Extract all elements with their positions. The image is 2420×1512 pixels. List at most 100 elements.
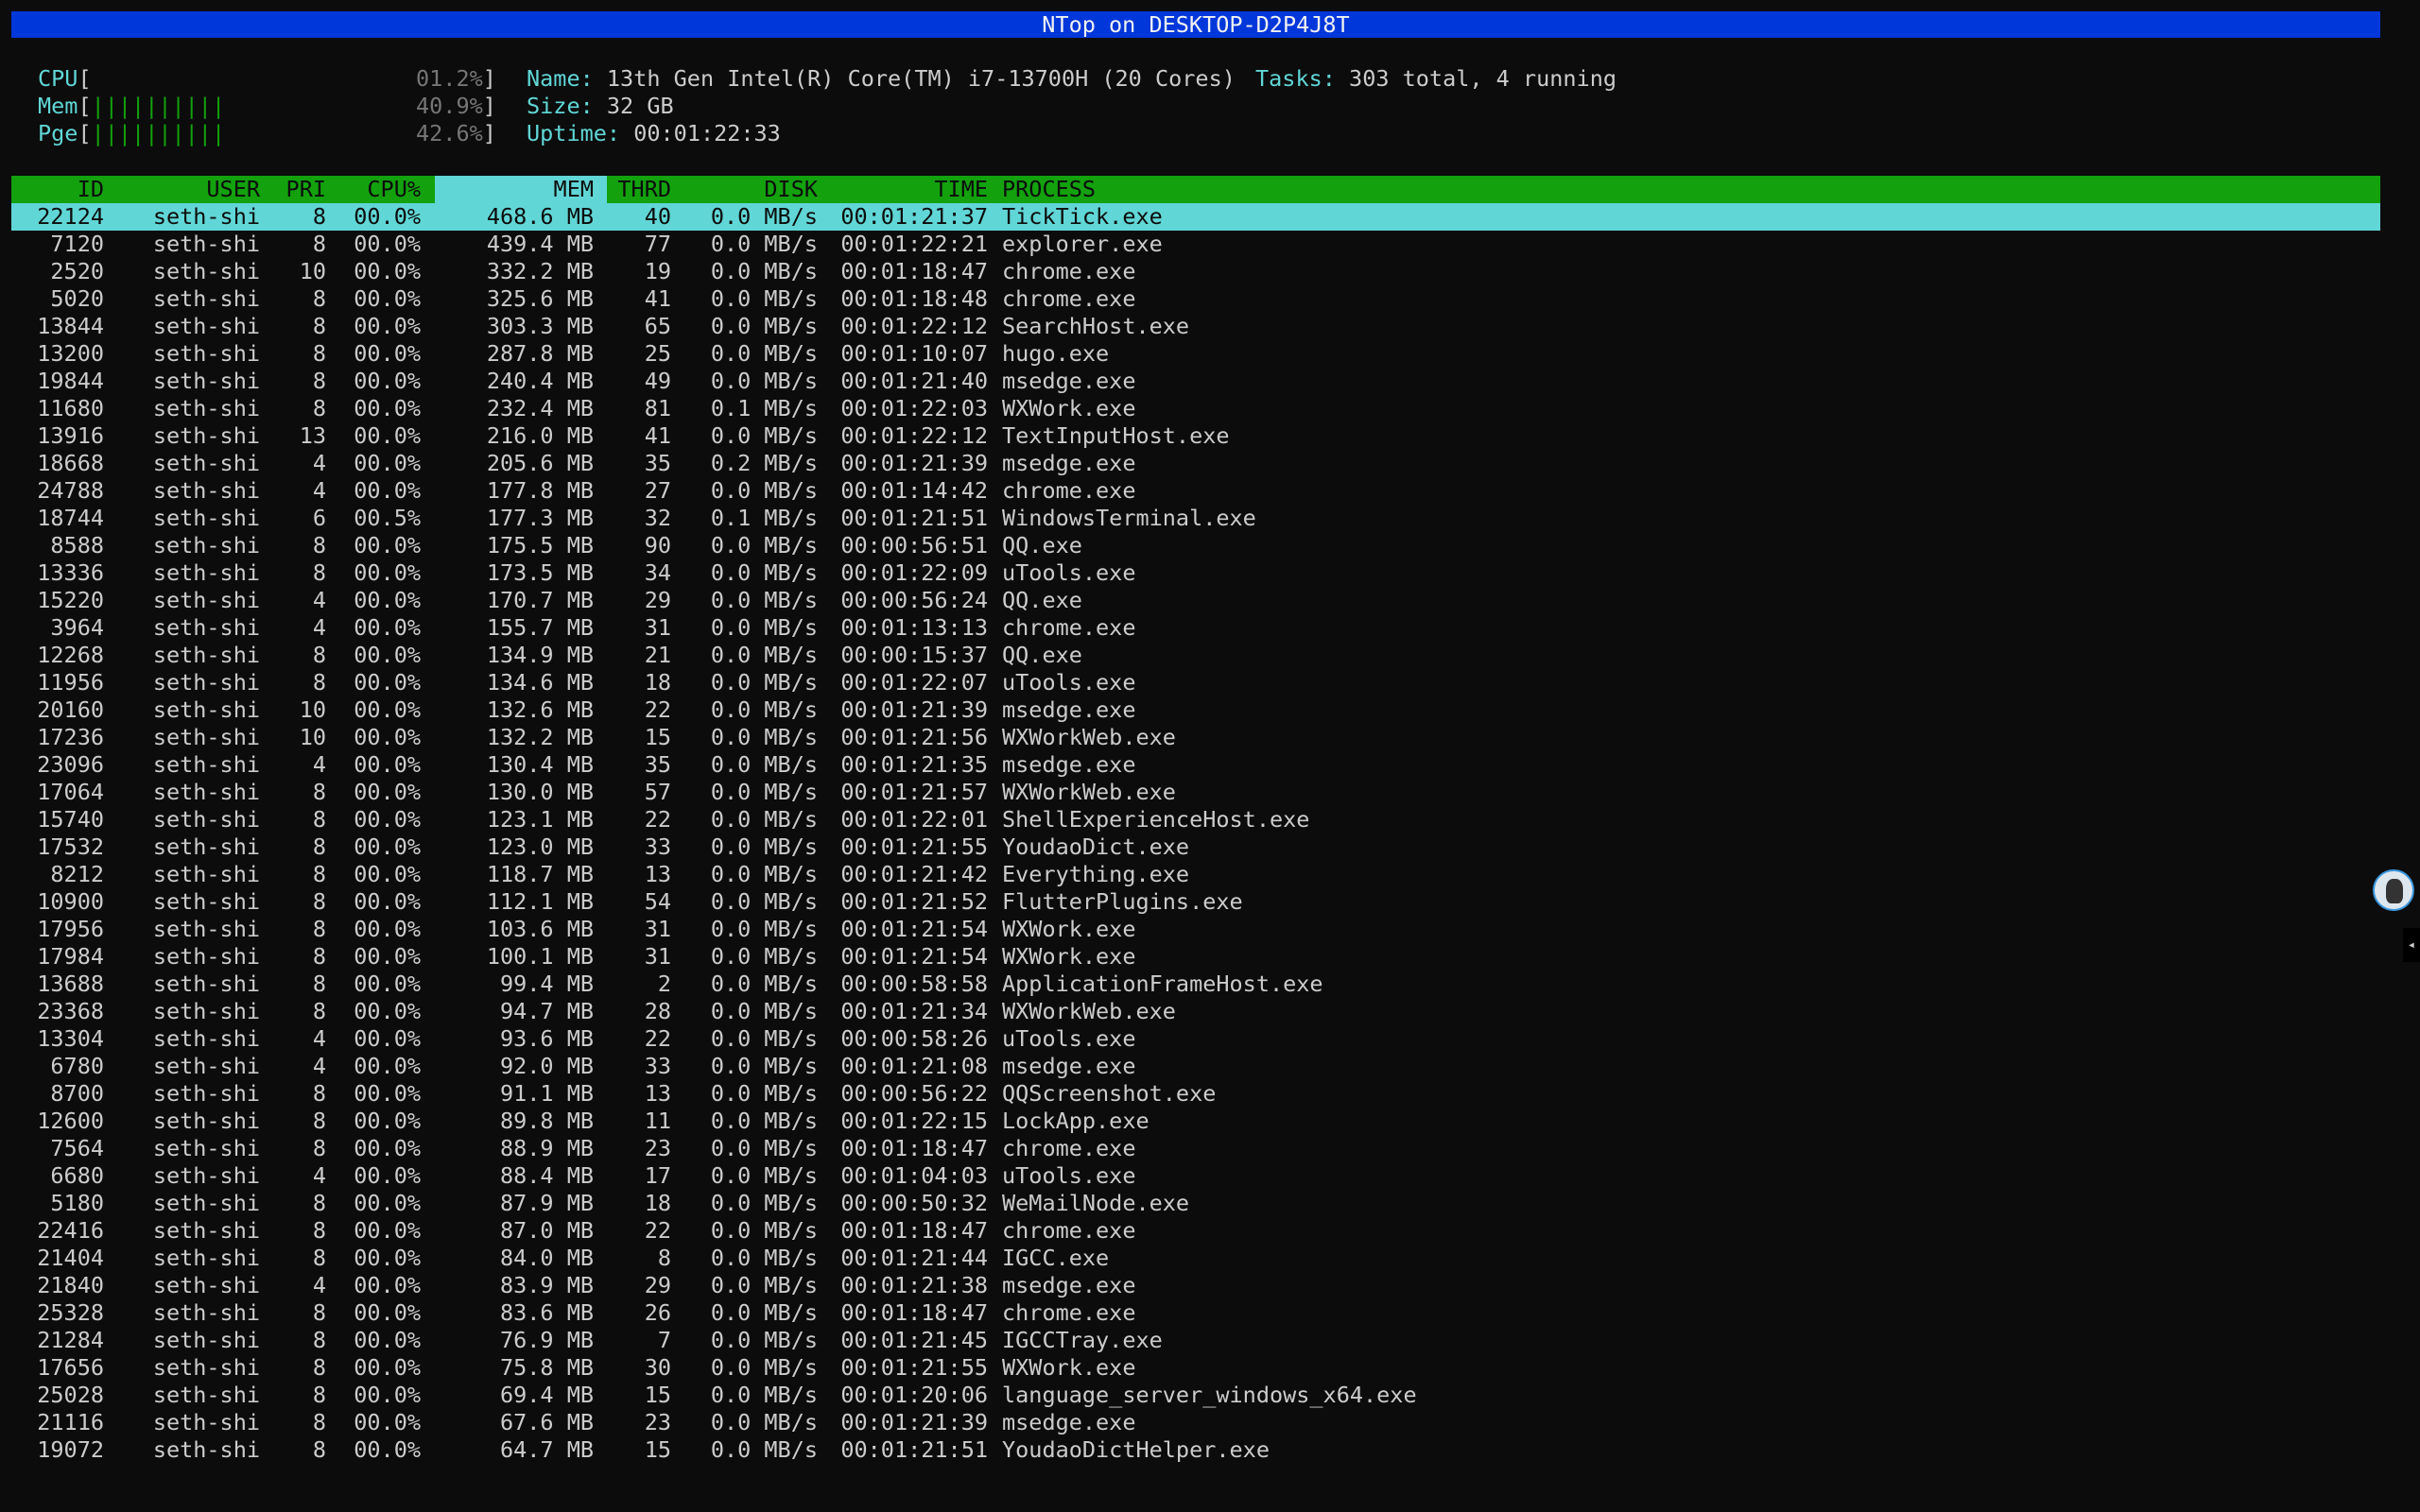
- cell-cpu-percent: 00.0%: [354, 696, 421, 723]
- table-row[interactable]: 21284 seth-shi 8 00.0% 76.9 MB 7 0.0 MB/s 00:01…: [11, 1327, 2380, 1354]
- cell-disk-rate: 0.0 MB/s: [710, 971, 818, 997]
- table-row[interactable]: 25328 seth-shi 8 00.0% 83.6 MB 26 0.0 MB/s 00:0…: [11, 1299, 2380, 1327]
- table-row[interactable]: 6680 seth-shi 4 00.0% 88.4 MB 17 0.0 MB/s 00:01…: [11, 1162, 2380, 1190]
- table-row[interactable]: 3964 seth-shi 4 00.0% 155.7 MB 31 0.0 MB/s 00:0…: [11, 614, 2380, 642]
- table-row[interactable]: 21404 seth-shi 8 00.0% 84.0 MB 8 0.0 MB/s 00:01…: [11, 1245, 2380, 1272]
- table-row[interactable]: 12268 seth-shi 8 00.0% 134.9 MB 21 0.0 MB/s 00:…: [11, 642, 2380, 669]
- table-row[interactable]: 5020 seth-shi 8 00.0% 325.6 MB 41 0.0 MB/s 00:0…: [11, 285, 2380, 313]
- column-header-thrd[interactable]: THRD: [607, 176, 671, 203]
- cell-priority: 8: [312, 861, 326, 887]
- avatar[interactable]: [2373, 869, 2414, 911]
- table-row[interactable]: 18668 seth-shi 4 00.0% 205.6 MB 35 0.2 MB/s 00:…: [11, 450, 2380, 477]
- table-row[interactable]: 7564 seth-shi 8 00.0% 88.9 MB 23 0.0 MB/s 00:01…: [11, 1135, 2380, 1162]
- cell-priority: 8: [312, 916, 326, 942]
- table-row[interactable]: 10900 seth-shi 8 00.0% 112.1 MB 54 0.0 MB/s 00:…: [11, 888, 2380, 916]
- cell-user: seth-shi: [152, 669, 260, 696]
- cell-process-name: QQ.exe: [1002, 587, 1082, 613]
- table-row[interactable]: 17236 seth-shi 10 00.0% 132.2 MB 15 0.0 MB/s 00…: [11, 724, 2380, 751]
- table-row[interactable]: 17064 seth-shi 8 00.0% 130.0 MB 57 0.0 MB/s 00:…: [11, 779, 2380, 806]
- cell-disk-rate: 0.0 MB/s: [710, 1272, 818, 1298]
- table-row[interactable]: 17984 seth-shi 8 00.0% 100.1 MB 31 0.0 MB/s 00:…: [11, 943, 2380, 971]
- cell-pid: 8212: [50, 861, 104, 887]
- cell-threads: 30: [644, 1354, 671, 1381]
- cell-process-name: Everything.exe: [1002, 861, 1190, 887]
- cell-priority: 8: [312, 1135, 326, 1161]
- cell-disk-rate: 0.0 MB/s: [710, 724, 818, 750]
- cell-pid: 21284: [37, 1327, 104, 1353]
- cell-disk-rate: 0.0 MB/s: [710, 696, 818, 723]
- column-header-process[interactable]: PROCESS: [1002, 176, 1096, 203]
- table-row[interactable]: 13304 seth-shi 4 00.0% 93.6 MB 22 0.0 MB/s 00:0…: [11, 1025, 2380, 1053]
- table-row[interactable]: 5180 seth-shi 8 00.0% 87.9 MB 18 0.0 MB/s 00:00…: [11, 1190, 2380, 1217]
- table-row[interactable]: 13336 seth-shi 8 00.0% 173.5 MB 34 0.0 MB/s 00:…: [11, 559, 2380, 587]
- cell-cpu-percent: 00.0%: [354, 642, 421, 668]
- table-row[interactable]: 17956 seth-shi 8 00.0% 103.6 MB 31 0.0 MB/s 00:…: [11, 916, 2380, 943]
- collapse-arrow-icon[interactable]: ◂: [2403, 928, 2420, 962]
- cell-cpu-percent: 00.0%: [354, 258, 421, 284]
- cell-threads: 21: [644, 642, 671, 668]
- cell-disk-rate: 0.0 MB/s: [710, 614, 818, 641]
- table-row[interactable]: 12600 seth-shi 8 00.0% 89.8 MB 11 0.0 MB/s 00:0…: [11, 1108, 2380, 1135]
- table-row[interactable]: 23368 seth-shi 8 00.0% 94.7 MB 28 0.0 MB/s 00:0…: [11, 998, 2380, 1025]
- cell-threads: 18: [644, 1190, 671, 1216]
- table-row[interactable]: 15740 seth-shi 8 00.0% 123.1 MB 22 0.0 MB/s 00:…: [11, 806, 2380, 833]
- cell-disk-rate: 0.0 MB/s: [710, 340, 818, 367]
- cell-threads: 29: [644, 1272, 671, 1298]
- cell-threads: 27: [644, 477, 671, 504]
- column-header-cpu[interactable]: CPU%: [326, 176, 421, 203]
- table-row[interactable]: 25028 seth-shi 8 00.0% 69.4 MB 15 0.0 MB/s 00:0…: [11, 1382, 2380, 1409]
- cell-user: seth-shi: [152, 1162, 260, 1189]
- column-header-mem[interactable]: MEM: [435, 176, 594, 203]
- table-row[interactable]: 24788 seth-shi 4 00.0% 177.8 MB 27 0.0 MB/s 00:…: [11, 477, 2380, 505]
- table-row[interactable]: 19072 seth-shi 8 00.0% 64.7 MB 15 0.0 MB/s 00:0…: [11, 1436, 2380, 1464]
- table-row[interactable]: 21116 seth-shi 8 00.0% 67.6 MB 23 0.0 MB/s 00:0…: [11, 1409, 2380, 1436]
- table-row[interactable]: 13688 seth-shi 8 00.0% 99.4 MB 2 0.0 MB/s 00:00…: [11, 971, 2380, 998]
- cell-cpu-time: 00:00:56:24: [840, 587, 988, 613]
- cell-priority: 8: [312, 285, 326, 312]
- table-row[interactable]: 17656 seth-shi 8 00.0% 75.8 MB 30 0.0 MB/s 00:0…: [11, 1354, 2380, 1382]
- table-row[interactable]: 18744 seth-shi 6 00.5% 177.3 MB 32 0.1 MB/s 00:…: [11, 505, 2380, 532]
- cell-cpu-percent: 00.5%: [354, 505, 421, 531]
- column-header-time[interactable]: TIME: [818, 176, 988, 203]
- cell-pid: 17656: [37, 1354, 104, 1381]
- cell-memory: 468.6 MB: [486, 203, 594, 230]
- column-header-user[interactable]: USER: [104, 176, 260, 203]
- cell-threads: 23: [644, 1135, 671, 1161]
- table-row[interactable]: 22416 seth-shi 8 00.0% 87.0 MB 22 0.0 MB/s 00:0…: [11, 1217, 2380, 1245]
- table-row[interactable]: 19844 seth-shi 8 00.0% 240.4 MB 49 0.0 MB/s 00:…: [11, 368, 2380, 395]
- table-row[interactable]: 8588 seth-shi 8 00.0% 175.5 MB 90 0.0 MB/s 00:0…: [11, 532, 2380, 559]
- table-row[interactable]: 15220 seth-shi 4 00.0% 170.7 MB 29 0.0 MB/s 00:…: [11, 587, 2380, 614]
- cell-priority: 8: [312, 1080, 326, 1107]
- cell-disk-rate: 0.1 MB/s: [710, 505, 818, 531]
- table-row[interactable]: 13916 seth-shi 13 00.0% 216.0 MB 41 0.0 MB/s 00…: [11, 422, 2380, 450]
- table-row[interactable]: 21840 seth-shi 4 00.0% 83.9 MB 29 0.0 MB/s 00:0…: [11, 1272, 2380, 1299]
- table-row[interactable]: 6780 seth-shi 4 00.0% 92.0 MB 33 0.0 MB/s 00:01…: [11, 1053, 2380, 1080]
- table-row[interactable]: 11680 seth-shi 8 00.0% 232.4 MB 81 0.1 MB/s 00:…: [11, 395, 2380, 422]
- column-header-id[interactable]: ID: [11, 176, 104, 203]
- column-header-pri[interactable]: PRI: [260, 176, 326, 203]
- cell-user: seth-shi: [152, 1190, 260, 1216]
- cell-priority: 4: [312, 450, 326, 476]
- cell-disk-rate: 0.0 MB/s: [710, 203, 818, 230]
- table-row[interactable]: 8700 seth-shi 8 00.0% 91.1 MB 13 0.0 MB/s 00:00…: [11, 1080, 2380, 1108]
- table-row[interactable]: 8212 seth-shi 8 00.0% 118.7 MB 13 0.0 MB/s 00:0…: [11, 861, 2380, 888]
- column-header-disk[interactable]: DISK: [671, 176, 818, 203]
- cell-memory: 100.1 MB: [486, 943, 594, 970]
- cell-priority: 10: [299, 258, 326, 284]
- cell-pid: 13916: [37, 422, 104, 449]
- cpu-meter-value: 01.2%]: [416, 65, 496, 92]
- table-row[interactable]: 23096 seth-shi 4 00.0% 130.4 MB 35 0.0 MB/s 00:…: [11, 751, 2380, 779]
- table-row[interactable]: 17532 seth-shi 8 00.0% 123.0 MB 33 0.0 MB/s 00:…: [11, 833, 2380, 861]
- cell-pid: 18668: [37, 450, 104, 476]
- cell-process-name: language_server_windows_x64.exe: [1002, 1382, 1417, 1408]
- table-row[interactable]: 20160 seth-shi 10 00.0% 132.6 MB 22 0.0 MB/s 00…: [11, 696, 2380, 724]
- table-row[interactable]: 11956 seth-shi 8 00.0% 134.6 MB 18 0.0 MB/s 00:…: [11, 669, 2380, 696]
- table-row[interactable]: 13200 seth-shi 8 00.0% 287.8 MB 25 0.0 MB/s 00:…: [11, 340, 2380, 368]
- cell-cpu-percent: 00.0%: [354, 1025, 421, 1052]
- table-row-selected[interactable]: 22124 seth-shi 8 00.0% 468.6 MB 40 0.0 MB/s 00:…: [11, 203, 2380, 231]
- cell-threads: 65: [644, 313, 671, 339]
- cell-cpu-percent: 00.0%: [354, 422, 421, 449]
- table-row[interactable]: 7120 seth-shi 8 00.0% 439.4 MB 77 0.0 MB/s 00:0…: [11, 231, 2380, 258]
- table-row[interactable]: 13844 seth-shi 8 00.0% 303.3 MB 65 0.0 MB/s 00:…: [11, 313, 2380, 340]
- table-row[interactable]: 2520 seth-shi 10 00.0% 332.2 MB 19 0.0 MB/s 00:…: [11, 258, 2380, 285]
